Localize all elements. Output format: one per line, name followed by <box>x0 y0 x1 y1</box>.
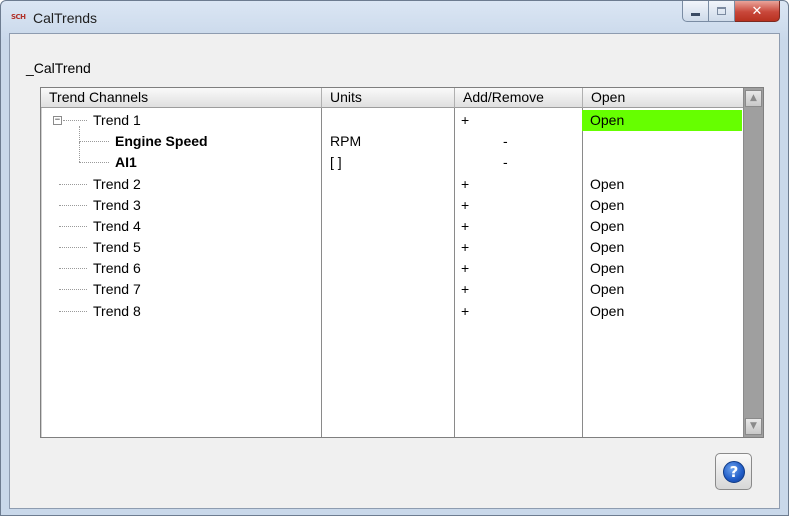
trend-name: Trend 2 <box>93 176 141 192</box>
panel-label: _CalTrend <box>26 60 91 76</box>
title-bar[interactable]: SCH CalTrends ✕ <box>1 1 788 33</box>
window-title: CalTrends <box>33 10 98 26</box>
trend-name: Trend 7 <box>93 281 141 297</box>
tree-row-trend-8[interactable]: Trend 8 + Open <box>41 301 743 322</box>
scroll-down-icon[interactable]: ▼ <box>745 418 762 435</box>
help-button[interactable]: ? <box>715 453 752 490</box>
open-trend-button[interactable]: Open <box>582 110 742 131</box>
header-add-remove[interactable]: Add/Remove <box>454 88 582 108</box>
add-channel-button[interactable]: + <box>461 110 469 131</box>
collapse-toggle-icon[interactable]: − <box>53 116 62 125</box>
maximize-button[interactable] <box>709 1 735 22</box>
add-channel-button[interactable]: + <box>461 174 469 195</box>
add-channel-button[interactable]: + <box>461 279 469 300</box>
trend-name: Trend 3 <box>93 197 141 213</box>
tree-row-channel[interactable]: AI1 [ ] - <box>41 152 743 173</box>
remove-channel-button[interactable]: - <box>503 131 508 152</box>
window-controls: ✕ <box>682 1 780 23</box>
channel-units: RPM <box>330 133 362 149</box>
scroll-up-icon[interactable]: ▲ <box>745 90 762 107</box>
trend-channels-tree[interactable]: Trend Channels Units Add/Remove Open − T… <box>40 87 764 438</box>
tree-row-trend-1[interactable]: − Trend 1 + Open <box>41 110 743 131</box>
channel-name: Engine Speed <box>115 133 208 149</box>
trend-name: Trend 1 <box>93 112 141 128</box>
close-icon: ✕ <box>751 3 763 19</box>
vertical-scrollbar[interactable]: ▲ ▼ <box>743 88 763 437</box>
open-trend-button[interactable]: Open <box>590 301 624 322</box>
help-icon: ? <box>723 461 745 483</box>
add-channel-button[interactable]: + <box>461 195 469 216</box>
tree-row-trend-3[interactable]: Trend 3 + Open <box>41 195 743 216</box>
header-units[interactable]: Units <box>321 88 454 108</box>
open-trend-button[interactable]: Open <box>590 237 624 258</box>
channel-units: [ ] <box>330 154 342 170</box>
tree-row-trend-7[interactable]: Trend 7 + Open <box>41 279 743 300</box>
maximize-icon <box>717 7 726 15</box>
trend-name: Trend 8 <box>93 303 141 319</box>
add-channel-button[interactable]: + <box>461 216 469 237</box>
open-trend-button[interactable]: Open <box>590 216 624 237</box>
add-channel-button[interactable]: + <box>461 301 469 322</box>
close-button[interactable]: ✕ <box>735 1 780 22</box>
tree-row-trend-6[interactable]: Trend 6 + Open <box>41 258 743 279</box>
trend-name: Trend 5 <box>93 239 141 255</box>
add-channel-button[interactable]: + <box>461 237 469 258</box>
tree-row-trend-4[interactable]: Trend 4 + Open <box>41 216 743 237</box>
tree-row-channel[interactable]: Engine Speed RPM - <box>41 131 743 152</box>
minimize-icon <box>691 13 700 16</box>
open-trend-button[interactable]: Open <box>590 195 624 216</box>
open-trend-button[interactable]: Open <box>590 258 624 279</box>
open-trend-button[interactable]: Open <box>590 174 624 195</box>
tree-row-trend-2[interactable]: Trend 2 + Open <box>41 174 743 195</box>
app-logo-icon: SCH <box>11 13 26 21</box>
header-open[interactable]: Open <box>582 88 743 108</box>
trend-name: Trend 4 <box>93 218 141 234</box>
add-channel-button[interactable]: + <box>461 258 469 279</box>
trend-name: Trend 6 <box>93 260 141 276</box>
tree-row-trend-5[interactable]: Trend 5 + Open <box>41 237 743 258</box>
channel-name: AI1 <box>115 154 137 170</box>
remove-channel-button[interactable]: - <box>503 152 508 173</box>
minimize-button[interactable] <box>682 1 709 22</box>
header-trend-channels[interactable]: Trend Channels <box>41 88 321 108</box>
open-trend-button[interactable]: Open <box>590 279 624 300</box>
